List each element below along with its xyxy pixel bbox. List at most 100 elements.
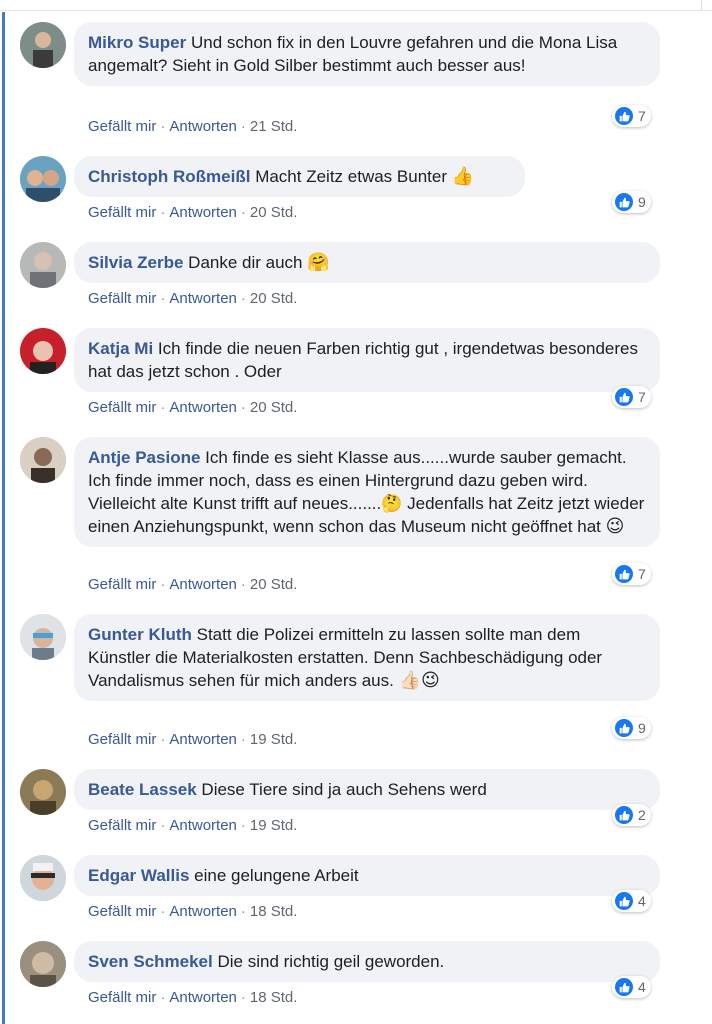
like-count: 4	[638, 979, 646, 995]
avatar[interactable]	[20, 941, 66, 987]
separator-dot: ·	[160, 118, 166, 135]
comment-bubble: Edgar Wallis eine gelungene Arbeit	[74, 855, 660, 896]
avatar[interactable]	[20, 328, 66, 374]
comment-actions: Gefällt mir · Antworten · 19 Std.	[88, 817, 297, 834]
like-count: 7	[638, 566, 646, 582]
like-count: 4	[638, 893, 646, 909]
like-icon	[615, 388, 633, 406]
separator-dot: ·	[240, 989, 246, 1006]
like-link[interactable]: Gefällt mir	[88, 204, 156, 221]
reaction-count[interactable]: 4	[612, 976, 651, 998]
comment-author[interactable]: Edgar Wallis	[88, 866, 189, 885]
reply-link[interactable]: Antworten	[169, 903, 237, 920]
reaction-count[interactable]: 9	[612, 717, 651, 739]
like-link[interactable]: Gefällt mir	[88, 290, 156, 307]
reply-link[interactable]: Antworten	[169, 399, 237, 416]
separator-dot: ·	[240, 731, 246, 748]
reply-link[interactable]: Antworten	[169, 204, 237, 221]
like-icon	[615, 193, 633, 211]
separator-dot: ·	[160, 989, 166, 1006]
comment-author[interactable]: Beate Lassek	[88, 780, 197, 799]
reply-link[interactable]: Antworten	[169, 290, 237, 307]
reaction-count[interactable]: 7	[612, 563, 651, 585]
like-icon	[615, 107, 633, 125]
comment-bubble: Mikro Super Und schon fix in den Louvre …	[74, 22, 660, 86]
comment-bubble: Antje Pasione Ich finde es sieht Klasse …	[74, 437, 660, 547]
comment-author[interactable]: Mikro Super	[88, 33, 186, 52]
reaction-count[interactable]: 4	[612, 890, 651, 912]
comment-text: Diese Tiere sind ja auch Sehens werd	[201, 780, 487, 799]
comment-timestamp[interactable]: 20 Std.	[250, 576, 298, 593]
comment-text: Ich finde die neuen Farben richtig gut ,…	[88, 339, 639, 381]
separator-dot: ·	[160, 204, 166, 221]
winking-face-emoji-icon: 😉	[605, 516, 625, 536]
comment-timestamp[interactable]: 19 Std.	[250, 731, 298, 748]
avatar[interactable]	[20, 855, 66, 901]
reaction-count[interactable]: 7	[612, 386, 651, 408]
comment-text: Macht Zeitz etwas Bunter	[255, 167, 447, 186]
reply-link[interactable]: Antworten	[169, 989, 237, 1006]
separator-dot: ·	[240, 576, 246, 593]
reply-link[interactable]: Antworten	[169, 576, 237, 593]
comment-actions: Gefällt mir · Antworten · 21 Std.	[88, 118, 297, 135]
comment-timestamp[interactable]: 20 Std.	[250, 290, 298, 307]
separator-dot: ·	[240, 290, 246, 307]
comment-actions: Gefällt mir · Antworten · 20 Std.	[88, 399, 297, 416]
comment-text: eine gelungene Arbeit	[194, 866, 359, 885]
separator-dot: ·	[160, 399, 166, 416]
separator-dot: ·	[240, 204, 246, 221]
comment-timestamp[interactable]: 20 Std.	[250, 399, 298, 416]
like-count: 2	[638, 807, 646, 823]
comment-actions: Gefällt mir · Antworten · 18 Std.	[88, 903, 297, 920]
separator-dot: ·	[160, 903, 166, 920]
avatar[interactable]	[20, 614, 66, 660]
like-icon	[615, 719, 633, 737]
reply-link[interactable]: Antworten	[169, 817, 237, 834]
separator-dot: ·	[160, 731, 166, 748]
comment-text: Danke dir auch	[188, 253, 303, 272]
comment-author[interactable]: Christoph Roßmeißl	[88, 167, 250, 186]
comment-bubble: Katja Mi Ich finde die neuen Farben rich…	[74, 328, 660, 392]
comment-bubble: Gunter Kluth Statt die Polizei ermitteln…	[74, 614, 660, 701]
comment-bubble: Christoph Roßmeißl Macht Zeitz etwas Bun…	[74, 156, 525, 197]
like-count: 7	[638, 108, 646, 124]
like-icon	[615, 892, 633, 910]
comment-text: Die sind richtig geil geworden.	[217, 952, 445, 971]
separator-dot: ·	[240, 118, 246, 135]
separator-dot: ·	[160, 290, 166, 307]
separator-dot: ·	[160, 576, 166, 593]
avatar[interactable]	[20, 437, 66, 483]
comment-timestamp[interactable]: 21 Std.	[250, 118, 298, 135]
like-icon	[615, 565, 633, 583]
like-link[interactable]: Gefällt mir	[88, 399, 156, 416]
comment-author[interactable]: Sven Schmekel	[88, 952, 213, 971]
reaction-count[interactable]: 9	[612, 191, 651, 213]
comment-timestamp[interactable]: 18 Std.	[250, 989, 298, 1006]
like-link[interactable]: Gefällt mir	[88, 731, 156, 748]
avatar[interactable]	[20, 769, 66, 815]
thread-indicator-line	[2, 12, 5, 1024]
avatar[interactable]	[20, 242, 66, 288]
comment-timestamp[interactable]: 18 Std.	[250, 903, 298, 920]
comment-author[interactable]: Gunter Kluth	[88, 625, 192, 644]
comment-timestamp[interactable]: 19 Std.	[250, 817, 298, 834]
avatar[interactable]	[20, 22, 66, 68]
avatar[interactable]	[20, 156, 66, 202]
comment-author[interactable]: Silvia Zerbe	[88, 253, 183, 272]
comment-author[interactable]: Katja Mi	[88, 339, 153, 358]
comment-author[interactable]: Antje Pasione	[88, 448, 200, 467]
like-icon	[615, 978, 633, 996]
like-link[interactable]: Gefällt mir	[88, 576, 156, 593]
like-link[interactable]: Gefällt mir	[88, 989, 156, 1006]
like-link[interactable]: Gefällt mir	[88, 118, 156, 135]
like-count: 9	[638, 720, 646, 736]
like-link[interactable]: Gefällt mir	[88, 817, 156, 834]
comment-timestamp[interactable]: 20 Std.	[250, 204, 298, 221]
reaction-count[interactable]: 2	[612, 804, 651, 826]
like-icon	[615, 806, 633, 824]
thumbs-up-emoji-icon: 👍	[451, 166, 475, 186]
like-link[interactable]: Gefällt mir	[88, 903, 156, 920]
reply-link[interactable]: Antworten	[169, 118, 237, 135]
reply-link[interactable]: Antworten	[169, 731, 237, 748]
reaction-count[interactable]: 7	[612, 105, 651, 127]
